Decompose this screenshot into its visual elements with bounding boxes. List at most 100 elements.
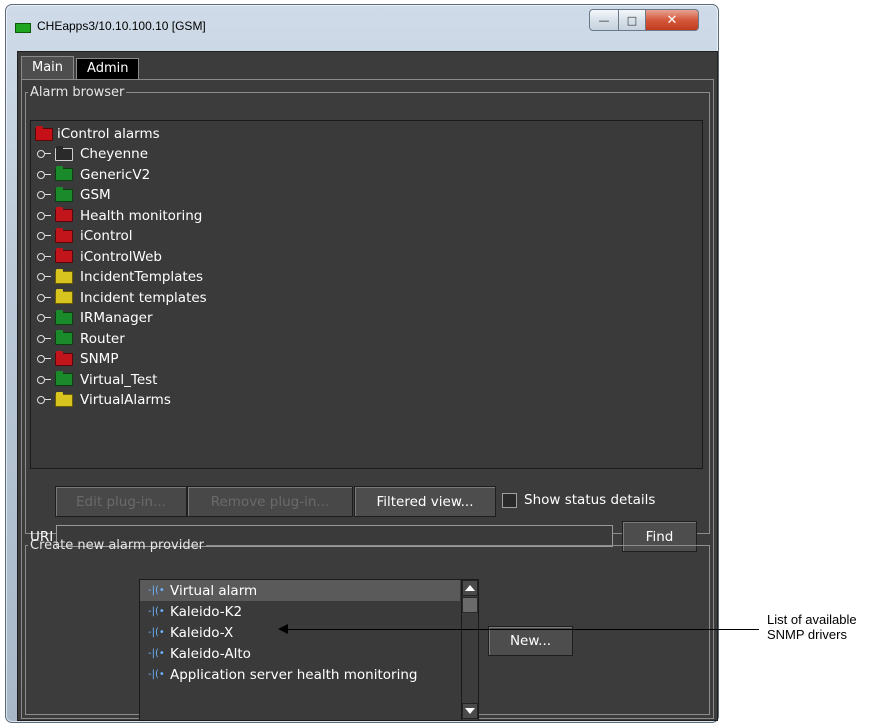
minimize-button[interactable]: — bbox=[589, 9, 619, 31]
client-area: Main Admin Alarm browser iControl alarms… bbox=[17, 51, 718, 721]
tree-item-virtual-test[interactable]: Virtual_Test bbox=[37, 371, 157, 389]
remove-plugin-button[interactable]: Remove plug-in... bbox=[187, 486, 353, 517]
tab-strip: Main Admin bbox=[21, 56, 140, 80]
expand-toggle-icon[interactable] bbox=[37, 354, 51, 364]
tree-item-virtualalarms[interactable]: VirtualAlarms bbox=[37, 391, 171, 409]
list-item-label: Kaleido-X bbox=[170, 624, 234, 641]
create-provider-group: Create new alarm provider -|(• Virtual a… bbox=[25, 538, 710, 721]
callout-line bbox=[284, 629, 759, 630]
tree-item-incidenttemplates[interactable]: IncidentTemplates bbox=[37, 268, 203, 286]
tree-item-label: SNMP bbox=[80, 351, 119, 367]
tree-item-snmp[interactable]: SNMP bbox=[37, 350, 118, 368]
list-item-kaleido-k2[interactable]: -|(• Kaleido-K2 bbox=[140, 601, 460, 622]
expand-toggle-icon[interactable] bbox=[37, 170, 51, 180]
list-item-kaleido-x[interactable]: -|(• Kaleido-X bbox=[140, 622, 460, 643]
tree-item-label: iControl bbox=[80, 228, 133, 244]
expand-toggle-icon[interactable] bbox=[37, 149, 51, 159]
tree-item-genericv2[interactable]: GenericV2 bbox=[37, 166, 150, 184]
list-item-virtual-alarm[interactable]: -|(• Virtual alarm bbox=[140, 580, 460, 601]
arrow-down-icon bbox=[465, 708, 475, 714]
scroll-thumb[interactable] bbox=[462, 597, 478, 613]
driver-icon: -|(• bbox=[148, 668, 165, 680]
new-provider-button[interactable]: New... bbox=[488, 626, 573, 656]
filtered-view-button[interactable]: Filtered view... bbox=[354, 486, 496, 517]
open-folder-icon bbox=[35, 125, 53, 141]
list-item-label: Kaleido-Alto bbox=[170, 645, 251, 662]
tree-item-label: GenericV2 bbox=[80, 166, 151, 183]
main-tab-panel: Alarm browser iControl alarms Cheyenne G… bbox=[21, 79, 714, 721]
folder-icon bbox=[55, 350, 73, 366]
close-button[interactable]: ✕ bbox=[646, 9, 699, 31]
driver-icon: -|(• bbox=[148, 626, 165, 638]
tree-item-gsm[interactable]: GSM bbox=[37, 186, 111, 204]
scroll-down-button[interactable] bbox=[462, 703, 478, 719]
driver-icon: -|(• bbox=[148, 647, 165, 659]
folder-icon bbox=[55, 309, 73, 325]
alarm-tree[interactable]: iControl alarms Cheyenne GenericV2 GSM H… bbox=[30, 120, 703, 469]
folder-icon bbox=[55, 330, 73, 345]
alarm-browser-legend: Alarm browser bbox=[30, 85, 125, 100]
tab-admin[interactable]: Admin bbox=[76, 58, 140, 79]
tree-item-health-monitoring[interactable]: Health monitoring bbox=[37, 207, 202, 225]
tree-item-icontrol[interactable]: iControl bbox=[37, 227, 133, 245]
application-window: CHEapps3/10.10.100.10 [GSM] — □ ✕ Main A… bbox=[5, 4, 719, 723]
tree-item-label: IncidentTemplates bbox=[80, 269, 204, 285]
title-bar[interactable]: CHEapps3/10.10.100.10 [GSM] — □ ✕ bbox=[6, 5, 718, 47]
window-controls: — □ ✕ bbox=[589, 9, 701, 31]
list-item-label: Kaleido-K2 bbox=[170, 603, 243, 620]
tree-root-node[interactable]: iControl alarms bbox=[35, 125, 160, 143]
provider-list[interactable]: -|(• Virtual alarm -|(• Kaleido-K2 -|(• … bbox=[139, 579, 479, 721]
driver-icon: -|(• bbox=[148, 584, 165, 596]
create-provider-legend: Create new alarm provider bbox=[30, 538, 204, 553]
tree-item-irmanager[interactable]: IRManager bbox=[37, 309, 153, 327]
tree-item-cheyenne[interactable]: Cheyenne bbox=[37, 145, 148, 163]
alarm-browser-group: Alarm browser iControl alarms Cheyenne G… bbox=[25, 85, 710, 552]
folder-icon bbox=[55, 289, 73, 304]
tree-item-label: Incident templates bbox=[80, 289, 207, 306]
expand-toggle-icon[interactable] bbox=[37, 231, 51, 241]
tree-item-label: Cheyenne bbox=[80, 146, 149, 162]
tree-item-label: Router bbox=[80, 330, 125, 347]
tree-item-label: VirtualAlarms bbox=[80, 392, 171, 408]
folder-icon bbox=[55, 391, 73, 407]
tree-item-label: IRManager bbox=[80, 310, 153, 326]
expand-toggle-icon[interactable] bbox=[37, 211, 51, 221]
list-item-label: Application server health monitoring bbox=[170, 666, 418, 683]
window-title: CHEapps3/10.10.100.10 [GSM] bbox=[37, 19, 206, 33]
tree-item-icontrolweb[interactable]: iControlWeb bbox=[37, 248, 162, 266]
expand-toggle-icon[interactable] bbox=[37, 375, 51, 385]
list-item-kaleido-alto[interactable]: -|(• Kaleido-Alto bbox=[140, 643, 460, 664]
folder-icon bbox=[55, 145, 73, 161]
tree-item-incident-templates[interactable]: Incident templates bbox=[37, 289, 207, 307]
expand-toggle-icon[interactable] bbox=[37, 313, 51, 323]
list-item-app-server-health[interactable]: -|(• Application server health monitorin… bbox=[140, 664, 460, 685]
expand-toggle-icon[interactable] bbox=[37, 272, 51, 282]
app-icon bbox=[15, 23, 31, 33]
tree-item-label: Health monitoring bbox=[80, 207, 203, 224]
expand-toggle-icon[interactable] bbox=[37, 395, 51, 405]
show-status-details-checkbox[interactable] bbox=[502, 492, 517, 508]
folder-icon bbox=[55, 207, 73, 222]
show-status-details-option[interactable]: Show status details bbox=[502, 490, 655, 510]
tree-item-label: GSM bbox=[80, 187, 111, 203]
edit-plugin-button[interactable]: Edit plug-in... bbox=[55, 486, 187, 517]
expand-toggle-icon[interactable] bbox=[37, 334, 51, 344]
callout-line-1: List of available bbox=[767, 612, 857, 627]
folder-icon bbox=[55, 371, 73, 386]
folder-icon bbox=[55, 268, 73, 284]
scroll-up-button[interactable] bbox=[462, 580, 478, 596]
callout-line-2: SNMP drivers bbox=[767, 627, 847, 642]
tree-root-label: iControl alarms bbox=[57, 126, 160, 142]
tree-item-label: Virtual_Test bbox=[80, 371, 158, 388]
folder-icon bbox=[55, 186, 73, 202]
list-scrollbar[interactable] bbox=[461, 580, 478, 720]
arrow-up-icon bbox=[465, 585, 475, 591]
maximize-button[interactable]: □ bbox=[619, 9, 646, 31]
folder-icon bbox=[55, 248, 73, 263]
folder-icon bbox=[55, 166, 73, 181]
expand-toggle-icon[interactable] bbox=[37, 293, 51, 303]
tree-item-router[interactable]: Router bbox=[37, 330, 125, 348]
expand-toggle-icon[interactable] bbox=[37, 190, 51, 200]
tab-main[interactable]: Main bbox=[21, 56, 75, 79]
expand-toggle-icon[interactable] bbox=[37, 252, 51, 262]
